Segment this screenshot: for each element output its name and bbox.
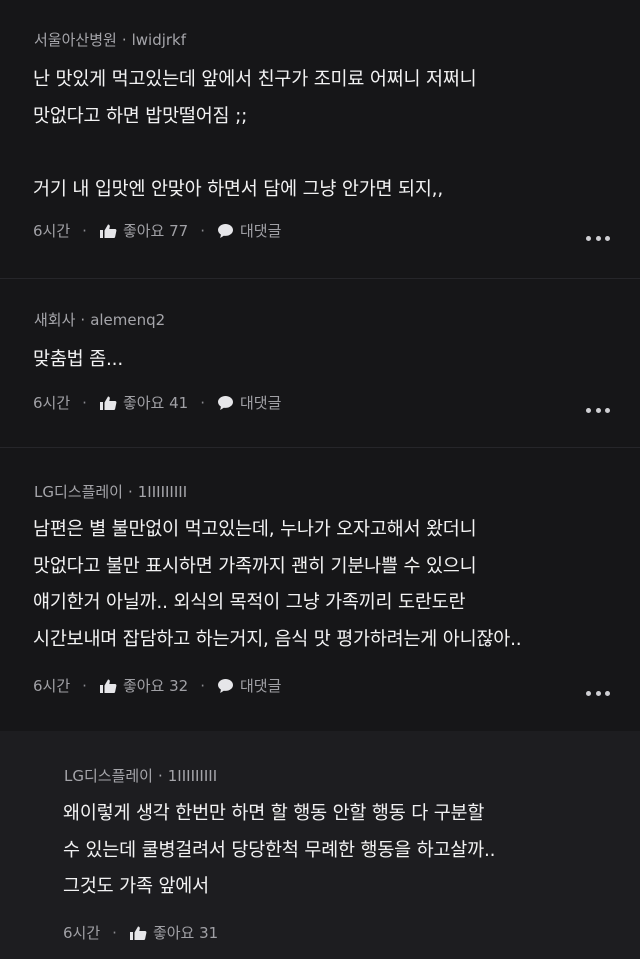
like-count: 41 — [169, 394, 189, 412]
more-dots-icon[interactable] — [586, 689, 610, 697]
like-label: 좋아요 — [152, 924, 195, 942]
reply-button[interactable]: 대댓글 — [217, 675, 281, 697]
comment-time: 6시간 — [63, 924, 101, 942]
like-label: 좋아요 — [122, 394, 165, 412]
speech-bubble-icon — [217, 395, 234, 411]
author-handle[interactable]: lwidjrkf — [132, 31, 186, 49]
author-handle[interactable]: 1IIIIIIIII — [138, 483, 187, 501]
meta-separator: · — [121, 31, 127, 49]
comment-meta: LG디스플레이 · 1IIIIIIIII — [64, 766, 217, 786]
author-handle[interactable]: alemenq2 — [90, 311, 165, 329]
comment-actions: 6시간 · 좋아요 32 · 대댓글 — [33, 675, 281, 697]
reply-label: 대댓글 — [240, 394, 282, 412]
reply-item: LG디스플레이 · 1IIIIIIIII 왜이렇게 생각 한번만 하면 할 행동 안… — [0, 731, 640, 959]
comment-item: 서울아산병원 · lwidjrkf 난 맛있게 먹고있는데 앞에서 친구가 조미료 … — [0, 0, 640, 278]
author-handle[interactable]: 1IIIIIIIII — [168, 767, 217, 785]
action-separator: · — [82, 394, 87, 412]
reply-button[interactable]: 대댓글 — [217, 220, 281, 242]
author-company[interactable]: 서울아산병원 — [34, 31, 117, 49]
thumbs-up-icon — [129, 925, 147, 941]
meta-separator: · — [80, 311, 86, 329]
like-count: 32 — [169, 677, 189, 695]
comment-meta: 서울아산병원 · lwidjrkf — [34, 30, 186, 50]
comment-actions: 6시간 · 좋아요 77 · 대댓글 — [33, 220, 281, 242]
like-button[interactable]: 좋아요 32 — [99, 675, 188, 697]
reply-label: 대댓글 — [240, 677, 282, 695]
comment-meta: LG디스플레이 · 1IIIIIIIII — [34, 482, 187, 502]
comment-text: 맞춤법 좀... — [33, 349, 124, 370]
comment-text: 왜이렇게 생각 한번만 하면 할 행동 안할 행동 다 구분할 수 있는데 쿨병… — [63, 803, 496, 897]
action-separator: · — [112, 924, 117, 942]
author-company[interactable]: LG디스플레이 — [34, 483, 123, 501]
action-separator: · — [200, 394, 205, 412]
comment-text: 남편은 별 불만없이 먹고있는데, 누나가 오자고해서 왔더니 맛없다고 불만 … — [33, 519, 522, 650]
author-company[interactable]: 새회사 — [34, 311, 75, 329]
comment-time: 6시간 — [33, 394, 71, 412]
comment-item: LG디스플레이 · 1IIIIIIIII 남편은 별 불만없이 먹고있는데, 누나가… — [0, 448, 640, 731]
thumbs-up-icon — [99, 395, 117, 411]
meta-separator: · — [127, 483, 133, 501]
like-count: 31 — [199, 924, 219, 942]
comment-actions: 6시간 · 좋아요 41 · 대댓글 — [33, 392, 281, 414]
thumbs-up-icon — [99, 223, 117, 239]
action-separator: · — [82, 677, 87, 695]
comment-text: 난 맛있게 먹고있는데 앞에서 친구가 조미료 어쩌니 저쩌니 맛없다고 하면 … — [33, 69, 477, 200]
like-button[interactable]: 좋아요 77 — [99, 220, 188, 242]
like-label: 좋아요 — [122, 222, 165, 240]
action-separator: · — [82, 222, 87, 240]
more-dots-icon[interactable] — [586, 406, 610, 414]
meta-separator: · — [157, 767, 163, 785]
like-count: 77 — [169, 222, 189, 240]
action-separator: · — [200, 222, 205, 240]
like-label: 좋아요 — [122, 677, 165, 695]
like-button[interactable]: 좋아요 31 — [129, 922, 218, 944]
reply-button[interactable]: 대댓글 — [217, 392, 281, 414]
comment-item: 새회사 · alemenq2 맞춤법 좀... 6시간 · 좋아요 41 · 대댓글 — [0, 279, 640, 447]
speech-bubble-icon — [217, 223, 234, 239]
comment-feed: 서울아산병원 · lwidjrkf 난 맛있게 먹고있는데 앞에서 친구가 조미료 … — [0, 0, 640, 959]
comment-time: 6시간 — [33, 222, 71, 240]
like-button[interactable]: 좋아요 41 — [99, 392, 188, 414]
comment-time: 6시간 — [33, 677, 71, 695]
author-company[interactable]: LG디스플레이 — [64, 767, 153, 785]
comment-actions: 6시간 · 좋아요 31 — [63, 922, 218, 944]
reply-label: 대댓글 — [240, 222, 282, 240]
more-dots-icon[interactable] — [586, 234, 610, 242]
speech-bubble-icon — [217, 678, 234, 694]
thumbs-up-icon — [99, 678, 117, 694]
action-separator: · — [200, 677, 205, 695]
comment-meta: 새회사 · alemenq2 — [34, 310, 165, 330]
